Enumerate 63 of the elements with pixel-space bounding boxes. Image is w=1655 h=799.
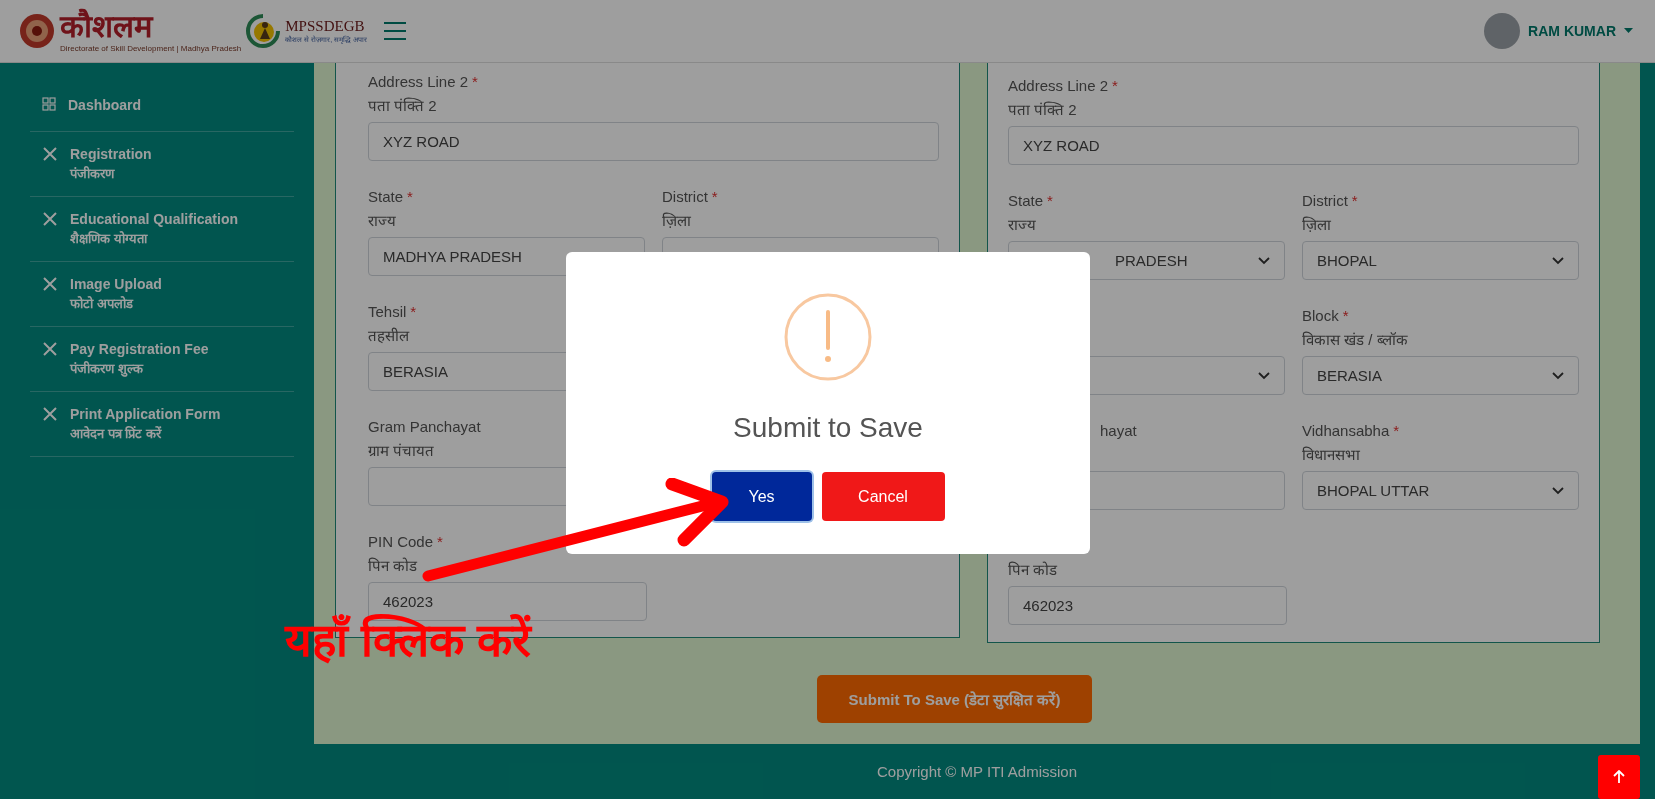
sidebar-item[interactable]: Print Application Form आवेदन पत्र प्रिंट करें (30, 392, 294, 457)
field-label: Vidhansabha * (1302, 422, 1400, 439)
sidebar-item[interactable]: Educational Qualification शैक्षणिक योग्यता (30, 197, 294, 262)
field-label: Address Line 2 * (1008, 77, 1118, 94)
cross-icon (42, 406, 58, 422)
field-label-hindi: राज्य (368, 212, 396, 229)
field-label-hindi: ज़िला (662, 212, 691, 229)
brand-name: MPSSDEGB (285, 18, 366, 35)
select-field[interactable]: BERASIA (1302, 356, 1579, 395)
emblem-logo-icon (18, 12, 56, 50)
field-label: District * (662, 188, 718, 205)
field-label: State * (1008, 192, 1053, 209)
chevron-down-icon (1258, 371, 1270, 380)
sidebar-item[interactable]: Pay Registration Fee पंजीकरण शुल्क (30, 327, 294, 392)
field-label-hindi: तहसील (368, 327, 409, 344)
person-logo-icon (245, 13, 282, 49)
select-field[interactable]: BHOPAL UTTAR (1302, 471, 1579, 510)
user-menu[interactable]: RAM KUMAR (1528, 23, 1616, 39)
input-field[interactable]: 462023 (1008, 586, 1287, 625)
cross-icon (42, 276, 58, 292)
sidebar-item[interactable]: Dashboard (30, 83, 294, 132)
field-label: State * (368, 188, 413, 205)
field-label: Tehsil * (368, 303, 417, 320)
field-label-hindi: विधानसभा (1302, 446, 1360, 463)
logo-subtitle: Directorate of Skill Development | Madhya Pradesh (60, 43, 242, 53)
input-field[interactable]: XYZ ROAD (1008, 126, 1579, 165)
warning-icon (783, 292, 873, 382)
menu-icon[interactable] (383, 21, 407, 41)
field-label-hindi: पिन कोड (368, 557, 418, 574)
field-label-hindi: पता पंक्ति 2 (1008, 101, 1077, 118)
field-label-hindi: पता पंक्ति 2 (368, 97, 437, 114)
field-label: District * (1302, 192, 1358, 209)
chevron-down-icon (1552, 486, 1564, 495)
copyright-text: Copyright © MP ITI Admission (877, 763, 1077, 780)
logo-title: कौशलम (60, 9, 155, 44)
chevron-down-icon (1552, 371, 1564, 380)
field-label: Block * (1302, 307, 1349, 324)
sidebar-item[interactable]: Image Upload फोटो अपलोड (30, 262, 294, 327)
field-label: hayat (1099, 422, 1137, 439)
cross-icon (42, 341, 58, 357)
input-field[interactable]: XYZ ROAD (368, 122, 939, 161)
select-field[interactable]: BHOPAL (1302, 241, 1579, 280)
cancel-button[interactable]: Cancel (821, 472, 945, 521)
field-label-hindi: राज्य (1008, 216, 1036, 233)
cross-icon (42, 146, 58, 162)
field-label: Gram Panchayat (368, 418, 481, 435)
dialog-title: Submit to Save (733, 412, 923, 444)
yes-button[interactable]: Yes (711, 472, 812, 521)
field-label-hindi: ग्राम पंचायत (368, 442, 435, 459)
grid-icon (42, 97, 56, 111)
sidebar-item[interactable]: Registration पंजीकरण (30, 132, 294, 197)
chevron-down-icon (1552, 256, 1564, 265)
arrow-up-icon (1613, 770, 1625, 784)
avatar (1484, 13, 1521, 49)
field-label-hindi: पिन कोड (1008, 561, 1058, 578)
field-label-hindi: ज़िला (1302, 216, 1331, 233)
chevron-down-icon (1258, 256, 1270, 265)
cross-icon (42, 211, 58, 227)
field-label-hindi: विकास खंड / ब्लॉक (1302, 331, 1408, 348)
field-label: Address Line 2 * (368, 73, 478, 90)
field-label: PIN Code * (368, 533, 443, 550)
scroll-top-button[interactable] (1598, 755, 1640, 799)
caret-icon (1624, 28, 1633, 34)
